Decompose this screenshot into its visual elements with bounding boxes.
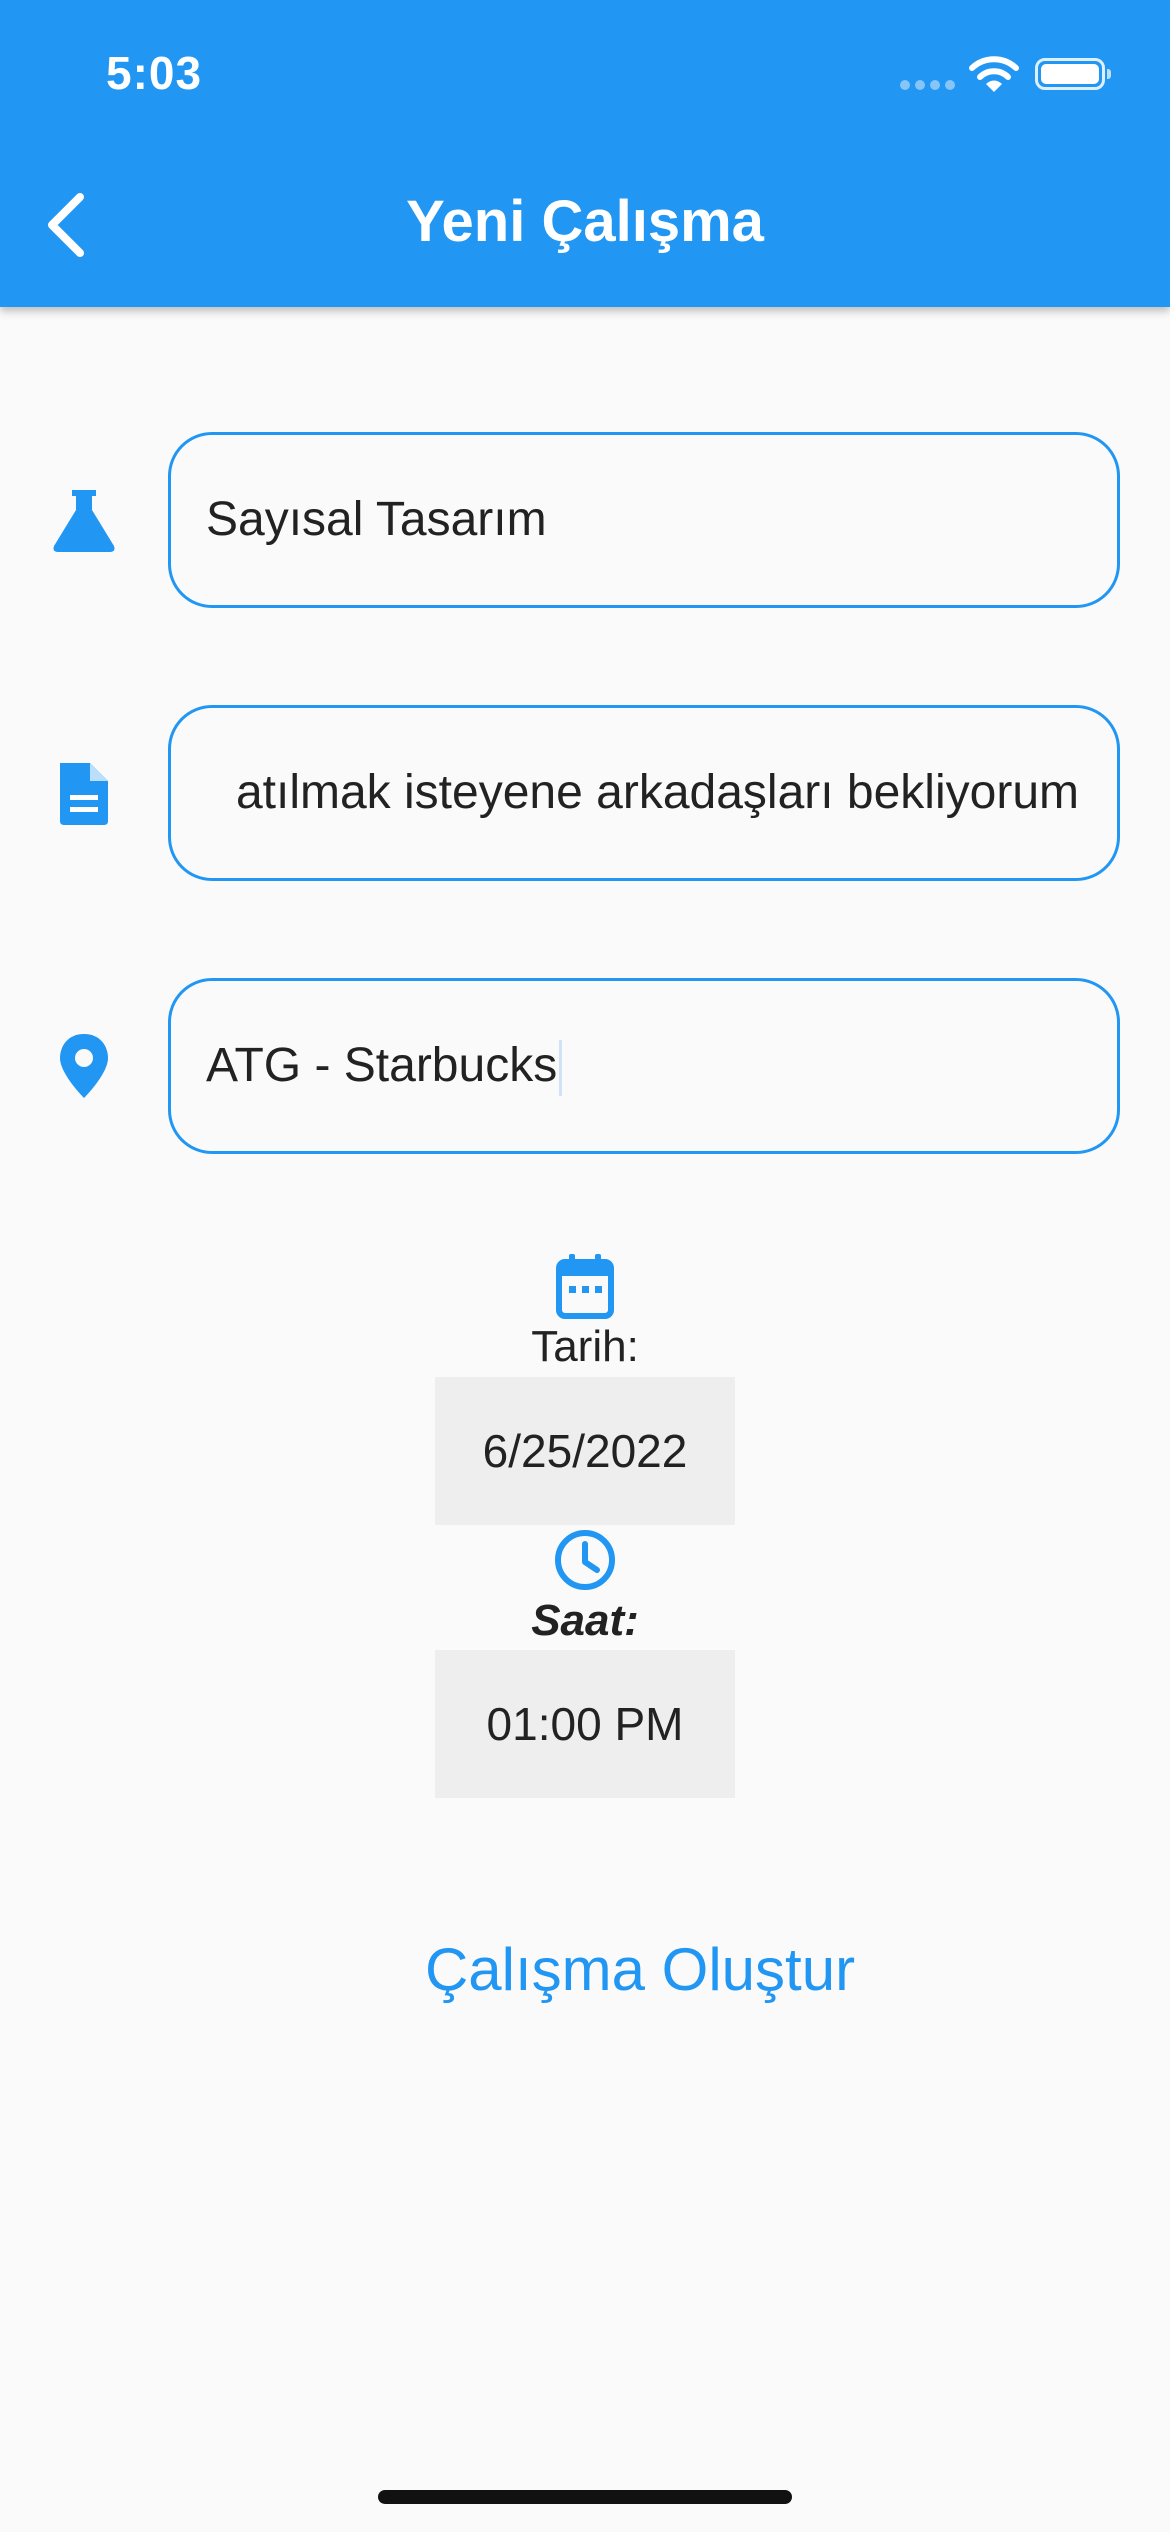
location-input-text: ATG - Starbucks bbox=[206, 981, 563, 1151]
status-time: 5:03 bbox=[106, 47, 203, 99]
status-indicators bbox=[900, 52, 1120, 96]
time-picker-button[interactable]: 01:00 PM bbox=[435, 1650, 735, 1798]
course-field-row: Sayısal Tasarım bbox=[0, 432, 1170, 608]
calendar-icon bbox=[556, 1254, 614, 1319]
location-input-value: ATG - Starbucks bbox=[206, 1039, 558, 1092]
battery-icon bbox=[1035, 58, 1111, 90]
text-cursor bbox=[559, 1040, 563, 1097]
clock-icon bbox=[555, 1530, 615, 1590]
flask-icon bbox=[53, 490, 115, 552]
description-field-row: atılmak isteyene arkadaşları bekliyorum bbox=[0, 705, 1170, 881]
location-pin-icon bbox=[60, 1034, 108, 1098]
course-input-value: Sayısal Tasarım bbox=[206, 493, 547, 546]
create-study-button[interactable]: Çalışma Oluştur bbox=[395, 1915, 885, 2025]
time-label: Saat: bbox=[531, 1596, 639, 1645]
home-indicator[interactable] bbox=[378, 2490, 792, 2504]
cellular-signal-icon bbox=[900, 80, 956, 90]
page-title: Yeni Çalışma bbox=[406, 189, 764, 254]
location-field-row: ATG - Starbucks bbox=[0, 978, 1170, 1154]
date-label: Tarih: bbox=[531, 1322, 639, 1371]
description-input[interactable]: atılmak isteyene arkadaşları bekliyorum bbox=[168, 705, 1120, 881]
document-icon bbox=[60, 763, 108, 825]
date-picker-button[interactable]: 6/25/2022 bbox=[435, 1377, 735, 1525]
course-input[interactable]: Sayısal Tasarım bbox=[168, 432, 1120, 608]
description-input-value: atılmak isteyene arkadaşları bekliyorum bbox=[235, 766, 1079, 819]
location-input[interactable]: ATG - Starbucks bbox=[168, 978, 1120, 1154]
app-bar: 5:03 Yeni Çalışma bbox=[0, 0, 1170, 307]
wifi-icon bbox=[969, 56, 1019, 92]
